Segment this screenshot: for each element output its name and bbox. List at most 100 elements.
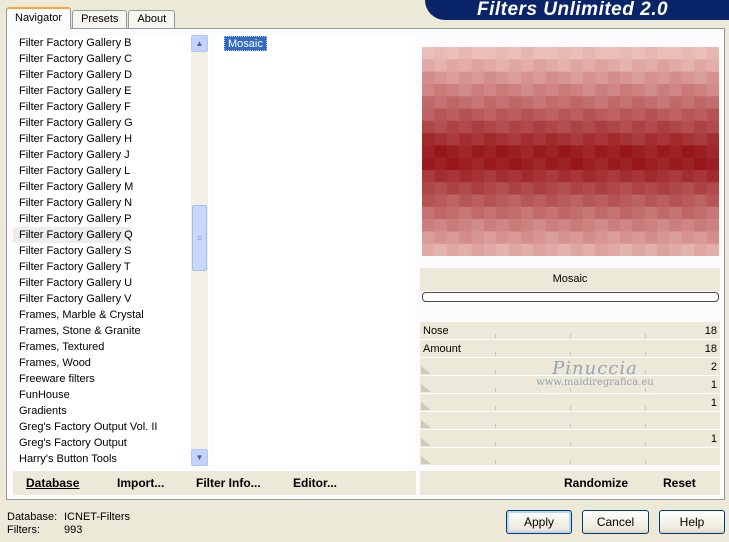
category-item[interactable]: Filter Factory Gallery H (13, 131, 209, 147)
help-button[interactable]: Help (659, 510, 725, 534)
tab-about[interactable]: About (128, 10, 176, 29)
randomize-button[interactable]: Randomize (564, 471, 628, 495)
category-item[interactable]: Filter Factory Gallery N (13, 195, 209, 211)
mosaic-tile (422, 96, 435, 109)
category-item[interactable]: Frames, Stone & Granite (13, 323, 209, 339)
mosaic-tile (434, 231, 448, 244)
slider-ticks (420, 442, 720, 446)
category-item[interactable]: Filter Factory Gallery E (13, 83, 209, 99)
mosaic-tile (422, 182, 435, 195)
mosaic-tile (434, 182, 448, 195)
mosaic-tile (471, 157, 485, 171)
mosaic-tile (496, 145, 509, 158)
mosaic-tile (570, 108, 584, 122)
category-item[interactable]: Filter Factory Gallery F (13, 99, 209, 115)
mosaic-tile (607, 169, 621, 183)
mosaic-tile (446, 157, 460, 171)
mosaic-tile (620, 182, 633, 195)
param-slider[interactable]: 2 (420, 358, 720, 376)
mosaic-tile (521, 243, 534, 256)
slider-handle-icon[interactable] (421, 420, 431, 428)
slider-handle-icon[interactable] (421, 384, 431, 392)
mosaic-tile (434, 47, 448, 60)
category-item[interactable]: Filter Factory Gallery D (13, 67, 209, 83)
category-list[interactable]: Filter Factory Gallery B Filter Factory G… (13, 35, 209, 466)
category-item[interactable]: Harry's Button Tools (13, 451, 209, 466)
category-item[interactable]: Gradients (13, 403, 209, 419)
mosaic-tile (558, 194, 571, 208)
import-button[interactable]: Import... (117, 471, 164, 495)
scroll-thumb[interactable]: ≡ (192, 205, 207, 271)
mosaic-tile (558, 231, 571, 244)
mosaic-tile (694, 169, 707, 183)
category-item[interactable]: Filter Factory Gallery P (13, 211, 209, 227)
mosaic-tile (446, 96, 460, 109)
param-slider[interactable]: 1 (420, 376, 720, 394)
scroll-up-icon[interactable]: ▲ (191, 35, 208, 52)
mosaic-tile (681, 169, 695, 183)
mosaic-tile (657, 47, 670, 60)
param-slider[interactable]: 1 (420, 430, 720, 448)
cancel-button[interactable]: Cancel (582, 510, 649, 534)
mosaic-tile (582, 133, 596, 146)
param-slider[interactable]: Nose 18 (420, 322, 720, 340)
category-item[interactable]: Filter Factory Gallery C (13, 51, 209, 67)
slider-handle-icon[interactable] (421, 438, 431, 446)
category-item[interactable]: Filter Factory Gallery V (13, 291, 209, 307)
right-action-bar: Randomize Reset (420, 471, 720, 495)
mosaic-tile (446, 194, 460, 208)
param-slider[interactable] (420, 412, 720, 430)
tab-presets[interactable]: Presets (72, 10, 128, 29)
tab-navigator[interactable]: Navigator (6, 7, 72, 29)
slider-handle-icon[interactable] (421, 366, 431, 374)
mosaic-tile (422, 219, 435, 232)
mosaic-tile (459, 219, 472, 232)
category-item[interactable]: Freeware filters (13, 371, 209, 387)
mosaic-tile (607, 194, 621, 208)
reset-button[interactable]: Reset (663, 471, 696, 495)
category-item[interactable]: Filter Factory Gallery U (13, 275, 209, 291)
filter-item-mosaic[interactable]: Mosaic (224, 36, 267, 51)
mosaic-tile (706, 96, 719, 109)
mosaic-tile (644, 120, 658, 134)
mosaic-tile (434, 71, 448, 85)
slider-handle-icon[interactable] (421, 456, 431, 464)
mosaic-tile (620, 83, 633, 97)
category-item[interactable]: FunHouse (13, 387, 209, 403)
category-item[interactable]: Filter Factory Gallery M (13, 179, 209, 195)
category-item[interactable]: Greg's Factory Output Vol. II (13, 419, 209, 435)
param-slider[interactable] (420, 448, 720, 466)
database-button[interactable]: Database (26, 471, 79, 495)
category-item[interactable]: Greg's Factory Output (13, 435, 209, 451)
slider-handle-icon[interactable] (421, 402, 431, 410)
scroll-down-icon[interactable]: ▼ (191, 449, 208, 466)
mosaic-tile (706, 59, 719, 72)
app-title-banner: Filters Unlimited 2.0 (425, 0, 729, 20)
mosaic-tile (434, 169, 448, 183)
mosaic-tile (620, 157, 633, 171)
category-item[interactable]: Filter Factory Gallery G (13, 115, 209, 131)
editor-button[interactable]: Editor... (293, 471, 337, 495)
category-scrollbar[interactable]: ▲ ≡ ▼ (191, 35, 208, 466)
category-item[interactable]: Filter Factory Gallery Q (13, 227, 133, 243)
category-item[interactable]: Frames, Textured (13, 339, 209, 355)
mosaic-tile (657, 219, 670, 232)
mosaic-tile (508, 120, 522, 134)
param-slider[interactable]: 1 (420, 394, 720, 412)
category-item[interactable]: Frames, Marble & Crystal (13, 307, 209, 323)
category-item[interactable]: Filter Factory Gallery J (13, 147, 209, 163)
mosaic-tile (434, 108, 448, 122)
filter-info-button[interactable]: Filter Info... (196, 471, 261, 495)
mosaic-tile (521, 206, 534, 220)
category-item[interactable]: Filter Factory Gallery S (13, 243, 209, 259)
param-slider[interactable]: Amount 18 (420, 340, 720, 358)
mosaic-tile (620, 231, 633, 244)
filter-list[interactable]: Mosaic (215, 35, 415, 466)
category-item[interactable]: Filter Factory Gallery B (13, 35, 209, 51)
mosaic-tile (632, 157, 646, 171)
category-item[interactable]: Filter Factory Gallery T (13, 259, 209, 275)
apply-button[interactable]: Apply (506, 510, 572, 534)
category-item[interactable]: Filter Factory Gallery L (13, 163, 209, 179)
mosaic-tile (669, 71, 683, 85)
category-item[interactable]: Frames, Wood (13, 355, 209, 371)
